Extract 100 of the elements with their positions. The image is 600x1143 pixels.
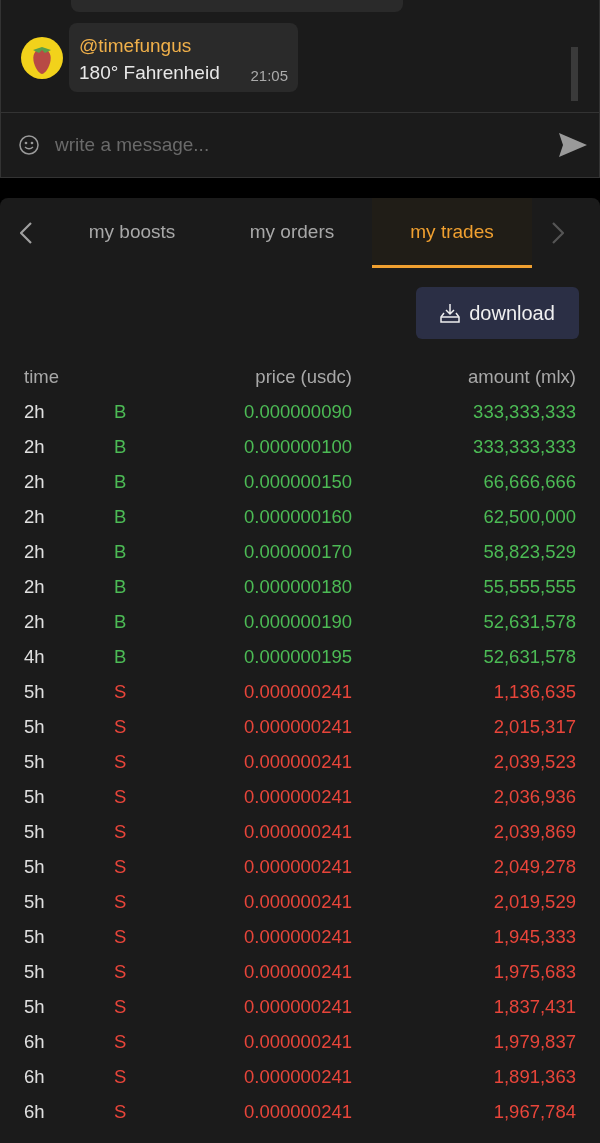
table-cell-text: 0.000000241	[242, 785, 352, 808]
table-cell-text: 2,015,317	[492, 715, 576, 738]
table-cell-text: 2,039,523	[492, 750, 576, 773]
table-cell-text: 52,631,578	[482, 610, 576, 633]
table-cell-text: 2h	[24, 540, 46, 563]
table-cell-text: 0.000000241	[242, 1100, 352, 1123]
table-cell-text: 0.000000241	[242, 890, 352, 913]
table-cell-text: 2h	[24, 610, 46, 633]
tab[interactable]: my trades	[372, 198, 532, 268]
table-cell-text: B	[114, 610, 128, 633]
table-cell-text: 1,945,333	[492, 925, 576, 948]
table-cell-text: 0.000000241	[242, 960, 352, 983]
table-cell-text: 1,891,363	[492, 1065, 576, 1088]
table-cell-text: S	[114, 680, 128, 703]
table-cell-text: 5h	[24, 785, 46, 808]
column-header: price (usdc)	[254, 365, 352, 388]
table-cell-text: S	[114, 715, 128, 738]
table-cell-text: 0.000000190	[242, 610, 352, 633]
table-cell-text: 2h	[24, 400, 46, 423]
table-cell-text: 2h	[24, 470, 46, 493]
table-cell-text: 62,500,000	[482, 505, 576, 528]
table-cell-text: 0.000000195	[242, 645, 352, 668]
table-cell-text: 2,036,936	[492, 785, 576, 808]
table-cell-text: 0.000000241	[242, 715, 352, 738]
table-cell-text: 6h	[24, 1065, 46, 1088]
message-time: 21:05	[250, 67, 288, 84]
table-cell-text: 0.000000241	[242, 995, 352, 1018]
table-cell-text: S	[114, 960, 128, 983]
column-header: amount (mlx)	[467, 365, 576, 388]
chevron-right-icon	[552, 222, 564, 244]
table-cell-text: 5h	[24, 960, 46, 983]
scrollbar[interactable]	[571, 47, 578, 101]
table-cell-text: 1,975,683	[492, 960, 576, 983]
table-cell-text: 5h	[24, 680, 46, 703]
table-cell-text: S	[114, 890, 128, 913]
table-cell-text: 0.000000100	[242, 435, 352, 458]
table-cell-text: 0.000000160	[242, 505, 352, 528]
table-cell-text: 1,136,635	[492, 680, 576, 703]
table-cell-text: 0.000000241	[242, 855, 352, 878]
table-cell-text: S	[114, 750, 128, 773]
table-cell-text: 66,666,666	[482, 470, 576, 493]
table-cell-text: 5h	[24, 820, 46, 843]
table-cell-text: 5h	[24, 890, 46, 913]
table-cell-text: B	[114, 470, 128, 493]
tab[interactable]: my orders	[212, 198, 372, 268]
table-cell-text: 0.000000180	[242, 575, 352, 598]
send-icon[interactable]	[559, 133, 587, 157]
table-cell-text: B	[114, 505, 128, 528]
table-cell-text: 55,555,555	[482, 575, 576, 598]
table-cell-text: 0.000000170	[242, 540, 352, 563]
table-cell-text: 5h	[24, 750, 46, 773]
table-cell-text: 1,979,837	[492, 1030, 576, 1053]
table-cell-text: B	[114, 400, 128, 423]
message-author: @timefungus	[79, 35, 193, 57]
download-button[interactable]: download	[416, 287, 579, 339]
table-cell-text: 2h	[24, 505, 46, 528]
table-cell-text: 0.000000241	[242, 925, 352, 948]
table-cell-text: 0.000000150	[242, 470, 352, 493]
download-icon	[440, 303, 461, 323]
table-cell-text: S	[114, 820, 128, 843]
table-cell-text: 0.000000241	[242, 820, 352, 843]
table-cell-text: 2,019,529	[492, 890, 576, 913]
table-cell-text: 58,823,529	[482, 540, 576, 563]
table-cell-text: 0.000000241	[242, 1065, 352, 1088]
table-cell-text: S	[114, 1065, 128, 1088]
table-cell-text: B	[114, 435, 128, 458]
table-cell-text: 6h	[24, 1030, 46, 1053]
table-cell-text: 52,631,578	[482, 645, 576, 668]
table-cell-text: 5h	[24, 925, 46, 948]
tab[interactable]: my boosts	[52, 198, 212, 268]
table-cell-text: S	[114, 1030, 128, 1053]
table-cell-text: S	[114, 855, 128, 878]
column-header: time	[24, 365, 60, 388]
message-input[interactable]: write a message...	[53, 133, 545, 157]
table-cell-text: 0.000000241	[242, 750, 352, 773]
chevron-left-icon	[20, 222, 32, 244]
table-cell-text: 4h	[24, 645, 46, 668]
table-cell-text: 5h	[24, 855, 46, 878]
table-cell-text: 5h	[24, 995, 46, 1018]
table-cell-text: 0.000000241	[242, 1030, 352, 1053]
table-cell-text: B	[114, 540, 128, 563]
table-cell-text: S	[114, 1100, 128, 1123]
table-cell-text: 1,967,784	[492, 1100, 576, 1123]
table-cell-text: 2h	[24, 575, 46, 598]
table-cell-text: S	[114, 925, 128, 948]
table-cell-text: B	[114, 645, 128, 668]
table-cell-text: 333,333,333	[472, 435, 576, 458]
table-cell-text: 2h	[24, 435, 46, 458]
table-cell-text: S	[114, 995, 128, 1018]
table-cell-text: 6h	[24, 1100, 46, 1123]
table-cell-text: 2,039,869	[492, 820, 576, 843]
table-cell-text: B	[114, 575, 128, 598]
table-cell-text: 5h	[24, 715, 46, 738]
table-cell-text: 0.000000090	[242, 400, 352, 423]
smiley-icon[interactable]	[19, 135, 39, 155]
table-cell-text: 0.000000241	[242, 680, 352, 703]
table-cell-text: 2,049,278	[492, 855, 576, 878]
message-text: 180° Fahrenheid	[79, 62, 220, 84]
table-cell-text: 1,837,431	[492, 995, 576, 1018]
table-cell-text: S	[114, 785, 128, 808]
